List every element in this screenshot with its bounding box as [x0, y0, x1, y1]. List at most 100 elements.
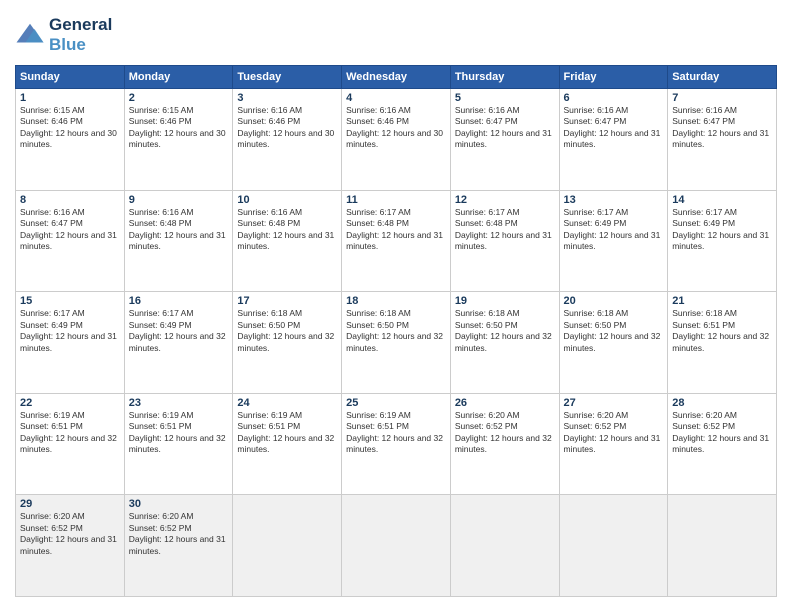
daylight-label: Daylight: 12 hours and 31 minutes.	[672, 128, 769, 149]
day-info: Sunrise: 6:16 AM Sunset: 6:47 PM Dayligh…	[564, 105, 664, 151]
sunset-value: 6:52 PM	[51, 523, 83, 533]
calendar-day-cell: 29 Sunrise: 6:20 AM Sunset: 6:52 PM Dayl…	[16, 495, 125, 597]
sunset-label: Sunset:	[129, 320, 160, 330]
sunrise-label: Sunrise:	[237, 105, 271, 115]
sunset-value: 6:52 PM	[486, 421, 518, 431]
sunset-value: 6:46 PM	[269, 116, 301, 126]
sunset-value: 6:48 PM	[377, 218, 409, 228]
calendar-week-row: 29 Sunrise: 6:20 AM Sunset: 6:52 PM Dayl…	[16, 495, 777, 597]
sunrise-value: 6:19 AM	[380, 410, 411, 420]
day-info: Sunrise: 6:15 AM Sunset: 6:46 PM Dayligh…	[129, 105, 229, 151]
day-info: Sunrise: 6:16 AM Sunset: 6:46 PM Dayligh…	[237, 105, 337, 151]
sunset-label: Sunset:	[237, 421, 268, 431]
calendar-day-cell: 6 Sunrise: 6:16 AM Sunset: 6:47 PM Dayli…	[559, 89, 668, 191]
daylight-label: Daylight: 12 hours and 31 minutes.	[129, 534, 226, 555]
logo-text-line1: General	[49, 15, 112, 35]
daylight-label: Daylight: 12 hours and 31 minutes.	[20, 230, 117, 251]
header: General Blue	[15, 15, 777, 55]
weekday-header: Tuesday	[233, 66, 342, 89]
sunset-value: 6:51 PM	[160, 421, 192, 431]
sunrise-label: Sunrise:	[20, 105, 54, 115]
daylight-label: Daylight: 12 hours and 31 minutes.	[129, 230, 226, 251]
calendar-day-cell: 16 Sunrise: 6:17 AM Sunset: 6:49 PM Dayl…	[124, 292, 233, 394]
daylight-label: Daylight: 12 hours and 31 minutes.	[455, 230, 552, 251]
daylight-label: Daylight: 12 hours and 32 minutes.	[346, 331, 443, 352]
sunset-value: 6:48 PM	[486, 218, 518, 228]
day-info: Sunrise: 6:19 AM Sunset: 6:51 PM Dayligh…	[237, 410, 337, 456]
sunset-value: 6:49 PM	[703, 218, 735, 228]
sunset-value: 6:47 PM	[51, 218, 83, 228]
day-info: Sunrise: 6:17 AM Sunset: 6:49 PM Dayligh…	[129, 308, 229, 354]
day-number: 15	[20, 295, 120, 307]
sunset-label: Sunset:	[346, 320, 377, 330]
day-info: Sunrise: 6:20 AM Sunset: 6:52 PM Dayligh…	[455, 410, 555, 456]
sunset-label: Sunset:	[672, 116, 703, 126]
calendar-day-cell: 23 Sunrise: 6:19 AM Sunset: 6:51 PM Dayl…	[124, 393, 233, 495]
calendar-day-cell: 27 Sunrise: 6:20 AM Sunset: 6:52 PM Dayl…	[559, 393, 668, 495]
day-number: 30	[129, 498, 229, 510]
sunrise-value: 6:16 AM	[162, 207, 193, 217]
sunset-value: 6:51 PM	[269, 421, 301, 431]
day-info: Sunrise: 6:20 AM Sunset: 6:52 PM Dayligh…	[564, 410, 664, 456]
day-number: 17	[237, 295, 337, 307]
calendar-day-cell	[450, 495, 559, 597]
day-info: Sunrise: 6:20 AM Sunset: 6:52 PM Dayligh…	[672, 410, 772, 456]
day-info: Sunrise: 6:19 AM Sunset: 6:51 PM Dayligh…	[129, 410, 229, 456]
day-number: 14	[672, 194, 772, 206]
sunrise-label: Sunrise:	[20, 511, 54, 521]
calendar-day-cell	[342, 495, 451, 597]
day-number: 29	[20, 498, 120, 510]
day-info: Sunrise: 6:18 AM Sunset: 6:50 PM Dayligh…	[237, 308, 337, 354]
calendar-day-cell: 30 Sunrise: 6:20 AM Sunset: 6:52 PM Dayl…	[124, 495, 233, 597]
sunset-label: Sunset:	[455, 421, 486, 431]
calendar-day-cell	[559, 495, 668, 597]
day-number: 28	[672, 397, 772, 409]
calendar-header: SundayMondayTuesdayWednesdayThursdayFrid…	[16, 66, 777, 89]
weekday-header: Monday	[124, 66, 233, 89]
day-info: Sunrise: 6:18 AM Sunset: 6:51 PM Dayligh…	[672, 308, 772, 354]
sunrise-label: Sunrise:	[346, 410, 380, 420]
sunrise-value: 6:16 AM	[597, 105, 628, 115]
sunrise-value: 6:16 AM	[488, 105, 519, 115]
calendar-day-cell: 28 Sunrise: 6:20 AM Sunset: 6:52 PM Dayl…	[668, 393, 777, 495]
sunrise-label: Sunrise:	[455, 308, 489, 318]
day-number: 5	[455, 92, 555, 104]
day-info: Sunrise: 6:16 AM Sunset: 6:47 PM Dayligh…	[20, 207, 120, 253]
sunset-value: 6:52 PM	[595, 421, 627, 431]
day-info: Sunrise: 6:18 AM Sunset: 6:50 PM Dayligh…	[564, 308, 664, 354]
calendar-day-cell: 7 Sunrise: 6:16 AM Sunset: 6:47 PM Dayli…	[668, 89, 777, 191]
sunset-label: Sunset:	[237, 320, 268, 330]
day-number: 6	[564, 92, 664, 104]
day-info: Sunrise: 6:18 AM Sunset: 6:50 PM Dayligh…	[346, 308, 446, 354]
day-info: Sunrise: 6:17 AM Sunset: 6:48 PM Dayligh…	[346, 207, 446, 253]
sunset-label: Sunset:	[455, 116, 486, 126]
sunset-label: Sunset:	[20, 421, 51, 431]
day-number: 8	[20, 194, 120, 206]
sunrise-label: Sunrise:	[455, 207, 489, 217]
sunrise-label: Sunrise:	[672, 308, 706, 318]
daylight-label: Daylight: 12 hours and 31 minutes.	[564, 433, 661, 454]
sunrise-value: 6:16 AM	[271, 207, 302, 217]
day-number: 20	[564, 295, 664, 307]
daylight-label: Daylight: 12 hours and 32 minutes.	[346, 433, 443, 454]
sunrise-value: 6:20 AM	[706, 410, 737, 420]
calendar-day-cell: 22 Sunrise: 6:19 AM Sunset: 6:51 PM Dayl…	[16, 393, 125, 495]
calendar-day-cell: 18 Sunrise: 6:18 AM Sunset: 6:50 PM Dayl…	[342, 292, 451, 394]
calendar-day-cell	[233, 495, 342, 597]
day-number: 2	[129, 92, 229, 104]
daylight-label: Daylight: 12 hours and 32 minutes.	[129, 331, 226, 352]
day-info: Sunrise: 6:19 AM Sunset: 6:51 PM Dayligh…	[346, 410, 446, 456]
sunset-value: 6:47 PM	[486, 116, 518, 126]
sunrise-label: Sunrise:	[346, 308, 380, 318]
sunrise-label: Sunrise:	[129, 105, 163, 115]
sunset-value: 6:48 PM	[269, 218, 301, 228]
calendar-day-cell: 9 Sunrise: 6:16 AM Sunset: 6:48 PM Dayli…	[124, 190, 233, 292]
day-number: 27	[564, 397, 664, 409]
calendar-day-cell: 5 Sunrise: 6:16 AM Sunset: 6:47 PM Dayli…	[450, 89, 559, 191]
sunrise-label: Sunrise:	[129, 207, 163, 217]
sunset-value: 6:47 PM	[703, 116, 735, 126]
sunrise-value: 6:18 AM	[488, 308, 519, 318]
daylight-label: Daylight: 12 hours and 31 minutes.	[455, 128, 552, 149]
sunset-value: 6:49 PM	[160, 320, 192, 330]
sunset-value: 6:48 PM	[160, 218, 192, 228]
